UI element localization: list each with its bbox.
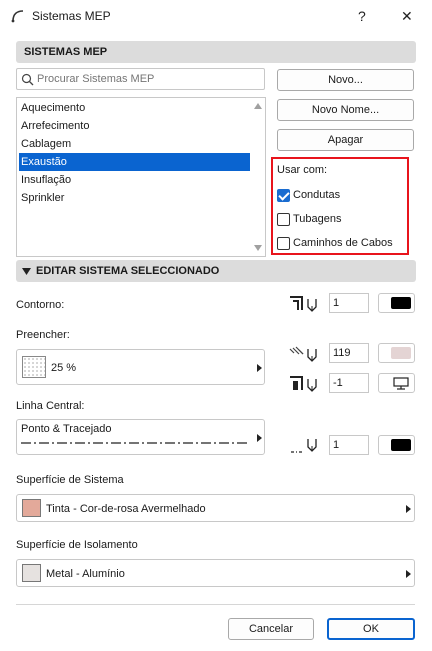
fill-type-picker[interactable]: 25 % bbox=[16, 349, 265, 385]
new-button[interactable]: Novo... bbox=[277, 69, 414, 91]
list-item[interactable]: Aquecimento bbox=[19, 99, 250, 117]
rename-button[interactable]: Novo Nome... bbox=[277, 99, 414, 121]
scroll-up-icon[interactable] bbox=[253, 102, 263, 110]
search-icon bbox=[21, 73, 34, 86]
background-pen-icon bbox=[290, 376, 317, 392]
caminhos-de-cabos-label: Caminhos de Cabos bbox=[293, 237, 393, 249]
list-item[interactable]: Cablagem bbox=[19, 135, 250, 153]
app-icon bbox=[11, 10, 24, 23]
list-item[interactable]: Insuflação bbox=[19, 171, 250, 189]
close-button[interactable]: ✕ bbox=[401, 8, 413, 25]
fill-pen-number[interactable]: 119 bbox=[329, 343, 369, 363]
contour-pen-color-picker[interactable] bbox=[378, 293, 415, 313]
cancel-button[interactable]: Cancelar bbox=[228, 618, 314, 640]
fill-pen-color-swatch bbox=[391, 347, 411, 359]
caminhos-de-cabos-checkbox[interactable] bbox=[277, 237, 290, 250]
background-pen-picker[interactable] bbox=[378, 373, 415, 393]
system-surface-swatch bbox=[22, 499, 41, 517]
insulation-surface-picker[interactable]: Metal - Alumínio bbox=[16, 559, 415, 587]
use-with-label: Usar com: bbox=[277, 164, 328, 176]
search-input[interactable] bbox=[37, 71, 261, 87]
help-button[interactable]: ? bbox=[358, 8, 366, 24]
centerline-pen-icon bbox=[291, 439, 317, 453]
section-header-editar: EDITAR SISTEMA SELECCIONADO bbox=[16, 260, 416, 282]
footer-divider bbox=[16, 604, 415, 605]
background-pen-number[interactable]: -1 bbox=[329, 373, 369, 393]
insulation-surface-label: Superfície de Isolamento bbox=[16, 539, 138, 551]
line-type-picker[interactable]: Ponto & Tracejado bbox=[16, 419, 265, 455]
section-header-sistemas-mep: SISTEMAS MEP bbox=[16, 41, 416, 63]
systems-list[interactable]: Aquecimento Arrefecimento Cablagem Exaus… bbox=[16, 97, 266, 257]
dash-dot-line-preview bbox=[21, 442, 249, 444]
scroll-down-icon[interactable] bbox=[253, 244, 263, 252]
section-title-editar: EDITAR SISTEMA SELECCIONADO bbox=[36, 265, 220, 277]
insulation-surface-value: Metal - Alumínio bbox=[46, 568, 125, 580]
centerline-pen-number[interactable]: 1 bbox=[329, 435, 369, 455]
arrow-right-icon bbox=[406, 570, 411, 578]
list-item-selected[interactable]: Exaustão bbox=[19, 153, 250, 171]
search-field[interactable] bbox=[16, 68, 265, 90]
centerline-pen-color-picker[interactable] bbox=[378, 435, 415, 455]
contour-pen-color-swatch bbox=[391, 297, 411, 309]
window-title: Sistemas MEP bbox=[32, 9, 111, 23]
system-surface-picker[interactable]: Tinta - Cor-de-rosa Avermelhado bbox=[16, 494, 415, 522]
arrow-right-icon bbox=[406, 505, 411, 513]
condutas-label: Condutas bbox=[293, 189, 341, 201]
collapse-triangle-icon[interactable] bbox=[22, 268, 31, 275]
contorno-label: Contorno: bbox=[16, 299, 65, 311]
linha-central-label: Linha Central: bbox=[16, 400, 85, 412]
monitor-icon bbox=[393, 377, 409, 390]
insulation-surface-swatch bbox=[22, 564, 41, 582]
fill-pattern-swatch bbox=[22, 356, 46, 378]
contour-pen-icon bbox=[290, 296, 317, 312]
fill-pen-color-picker[interactable] bbox=[378, 343, 415, 363]
fill-type-value: 25 % bbox=[51, 362, 77, 374]
list-item[interactable]: Sprinkler bbox=[19, 189, 250, 207]
arrow-right-icon bbox=[257, 434, 262, 442]
contour-pen-number[interactable]: 1 bbox=[329, 293, 369, 313]
arrow-right-icon bbox=[257, 364, 262, 372]
list-item[interactable]: Arrefecimento bbox=[19, 117, 250, 135]
tubagens-checkbox[interactable] bbox=[277, 213, 290, 226]
system-surface-value: Tinta - Cor-de-rosa Avermelhado bbox=[46, 503, 206, 515]
tubagens-label: Tubagens bbox=[293, 213, 342, 225]
delete-button[interactable]: Apagar bbox=[277, 129, 414, 151]
condutas-checkbox[interactable] bbox=[277, 189, 290, 202]
centerline-pen-color-swatch bbox=[391, 439, 411, 451]
preencher-label: Preencher: bbox=[16, 329, 70, 341]
ok-button[interactable]: OK bbox=[327, 618, 415, 640]
line-type-value: Ponto & Tracejado bbox=[21, 423, 112, 435]
system-surface-label: Superfície de Sistema bbox=[16, 474, 124, 486]
fill-pen-icon bbox=[289, 346, 317, 362]
